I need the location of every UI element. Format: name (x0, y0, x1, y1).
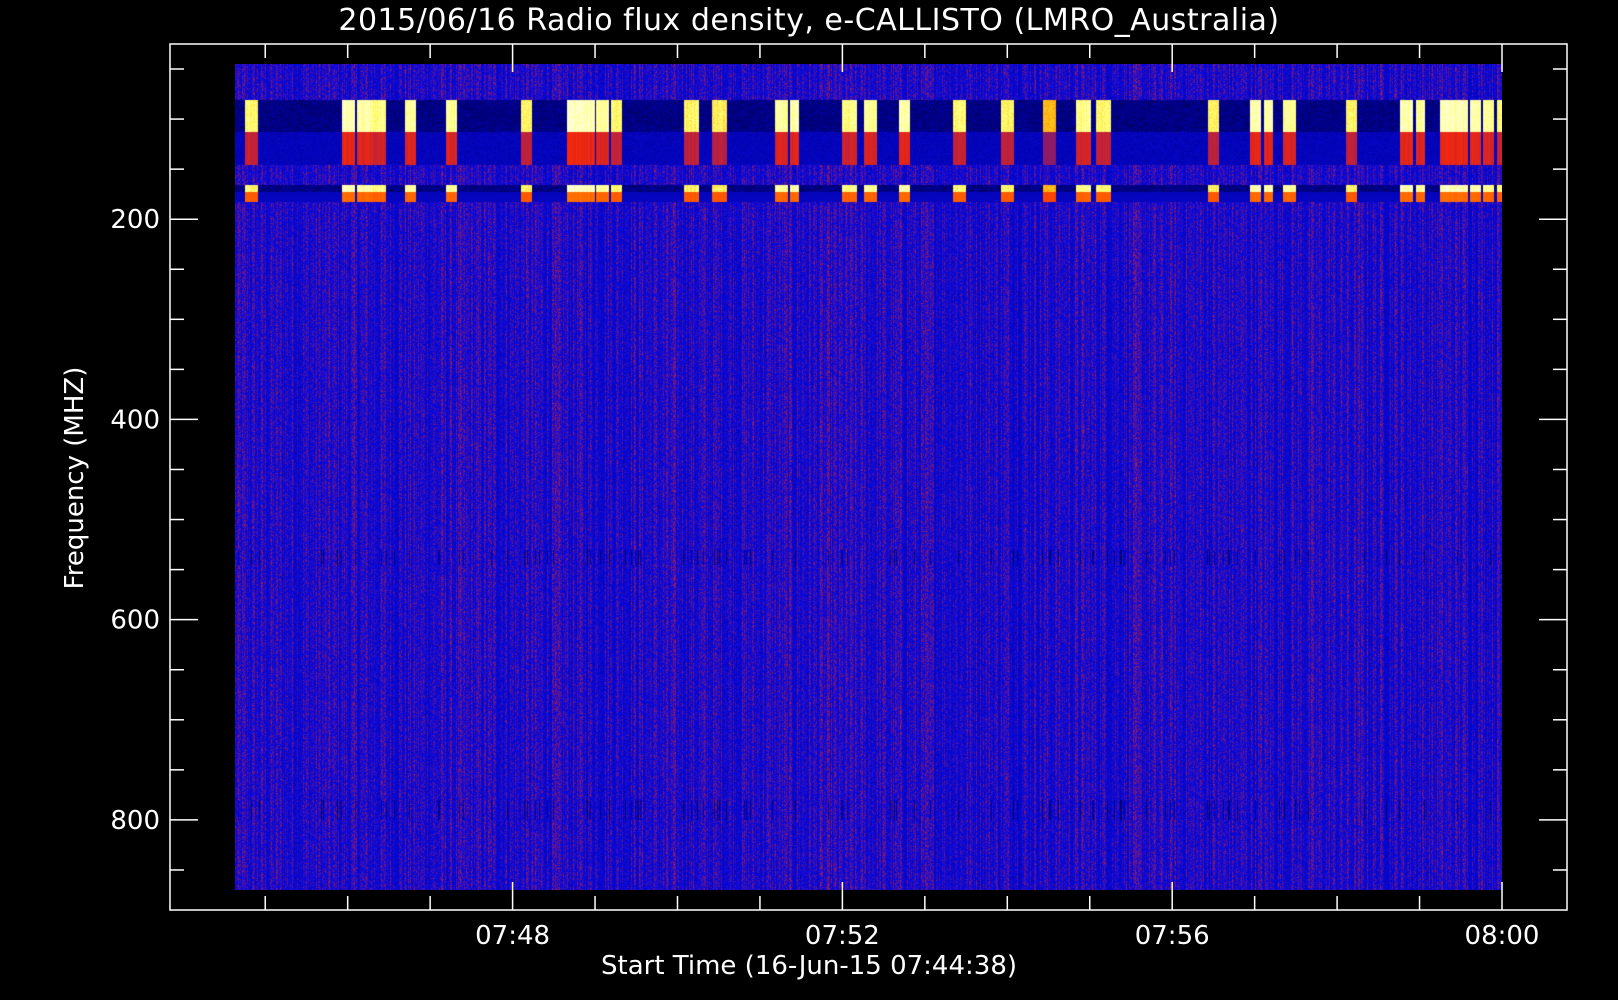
x-axis-label: Start Time (16-Jun-15 07:44:38) (601, 951, 1017, 981)
x-tick-label: 08:00 (1465, 921, 1540, 951)
y-tick-label: 400 (110, 405, 160, 435)
spectrogram-heatmap (235, 64, 1502, 890)
x-tick-label: 07:52 (805, 921, 880, 951)
chart-title: 2015/06/16 Radio flux density, e-CALLIST… (338, 3, 1279, 38)
x-tick-label: 07:48 (475, 921, 550, 951)
spectrogram-chart: 2015/06/16 Radio flux density, e-CALLIST… (0, 0, 1618, 1000)
y-tick-label: 800 (110, 806, 160, 836)
x-tick-label: 07:56 (1135, 921, 1210, 951)
y-tick-label: 600 (110, 606, 160, 636)
y-axis-label: Frequency (MHZ) (60, 367, 90, 590)
y-tick-label: 200 (110, 205, 160, 235)
plot-area (235, 64, 1502, 890)
